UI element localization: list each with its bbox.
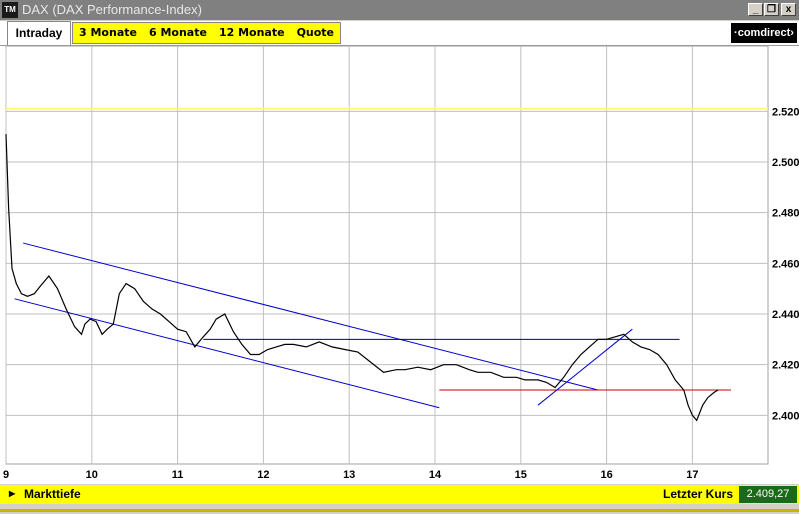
x-tick-label-9: 9 [3, 469, 9, 481]
tab-quote[interactable]: Quote [291, 23, 340, 43]
x-tick-label-13: 13 [343, 469, 355, 481]
chart-area: 9 10 11 12 13 14 15 16 17 2.400 2.420 2.440 2.460 2.4… [0, 45, 799, 484]
x-tick-label-10: 10 [86, 469, 98, 481]
tab-6-monate[interactable]: 6 Monate [143, 23, 213, 43]
y-tick-label-2480: 2.480 [772, 208, 799, 220]
x-tick-label-14: 14 [429, 469, 442, 481]
y-tick-label-2500: 2.500 [772, 157, 799, 169]
bottom-border [0, 504, 799, 514]
title-bar: TM DAX (DAX Performance-Index) _ ❐ x [0, 0, 799, 20]
x-tick-label-16: 16 [600, 469, 612, 481]
y-tick-label-2400: 2.400 [772, 410, 799, 422]
tab-3-monate[interactable]: 3 Monate [73, 23, 143, 43]
markttiefe-link[interactable]: Markttiefe [24, 485, 81, 504]
close-button[interactable]: x [781, 3, 796, 16]
x-tick-label-11: 11 [172, 469, 184, 481]
intraday-chart: 9 10 11 12 13 14 15 16 17 2.400 2.420 2.440 2.460 2.4… [3, 45, 799, 481]
restore-button[interactable]: ❐ [764, 3, 779, 16]
x-tick-label-12: 12 [257, 469, 269, 481]
tab-12-monate[interactable]: 12 Monate [213, 23, 291, 43]
comdirect-logo[interactable]: ·comdirect› [731, 23, 797, 43]
last-price-label: Letzter Kurs [662, 487, 733, 501]
y-tick-label-2440: 2.440 [772, 309, 799, 321]
x-tick-label-17: 17 [686, 469, 698, 481]
x-tick-label-15: 15 [515, 469, 527, 481]
window-title: DAX (DAX Performance-Index) [22, 2, 202, 17]
y-tick-label-2460: 2.460 [772, 258, 799, 270]
minimize-button[interactable]: _ [748, 3, 763, 16]
tab-intraday[interactable]: Intraday [7, 21, 71, 45]
last-price-value: 2.409,27 [739, 486, 797, 503]
app-icon: TM [2, 2, 18, 18]
y-tick-label-2520: 2.520 [772, 106, 799, 118]
tab-bar: Intraday 3 Monate 6 Monate 12 Monate Quo… [0, 21, 799, 46]
y-tick-label-2420: 2.420 [772, 360, 799, 372]
period-tabs: 3 Monate 6 Monate 12 Monate Quote [72, 22, 342, 44]
expand-arrow-icon[interactable]: ▶ [9, 488, 15, 500]
status-bar: ▶ Markttiefe Letzter Kurs 2.409,27 [0, 485, 799, 504]
